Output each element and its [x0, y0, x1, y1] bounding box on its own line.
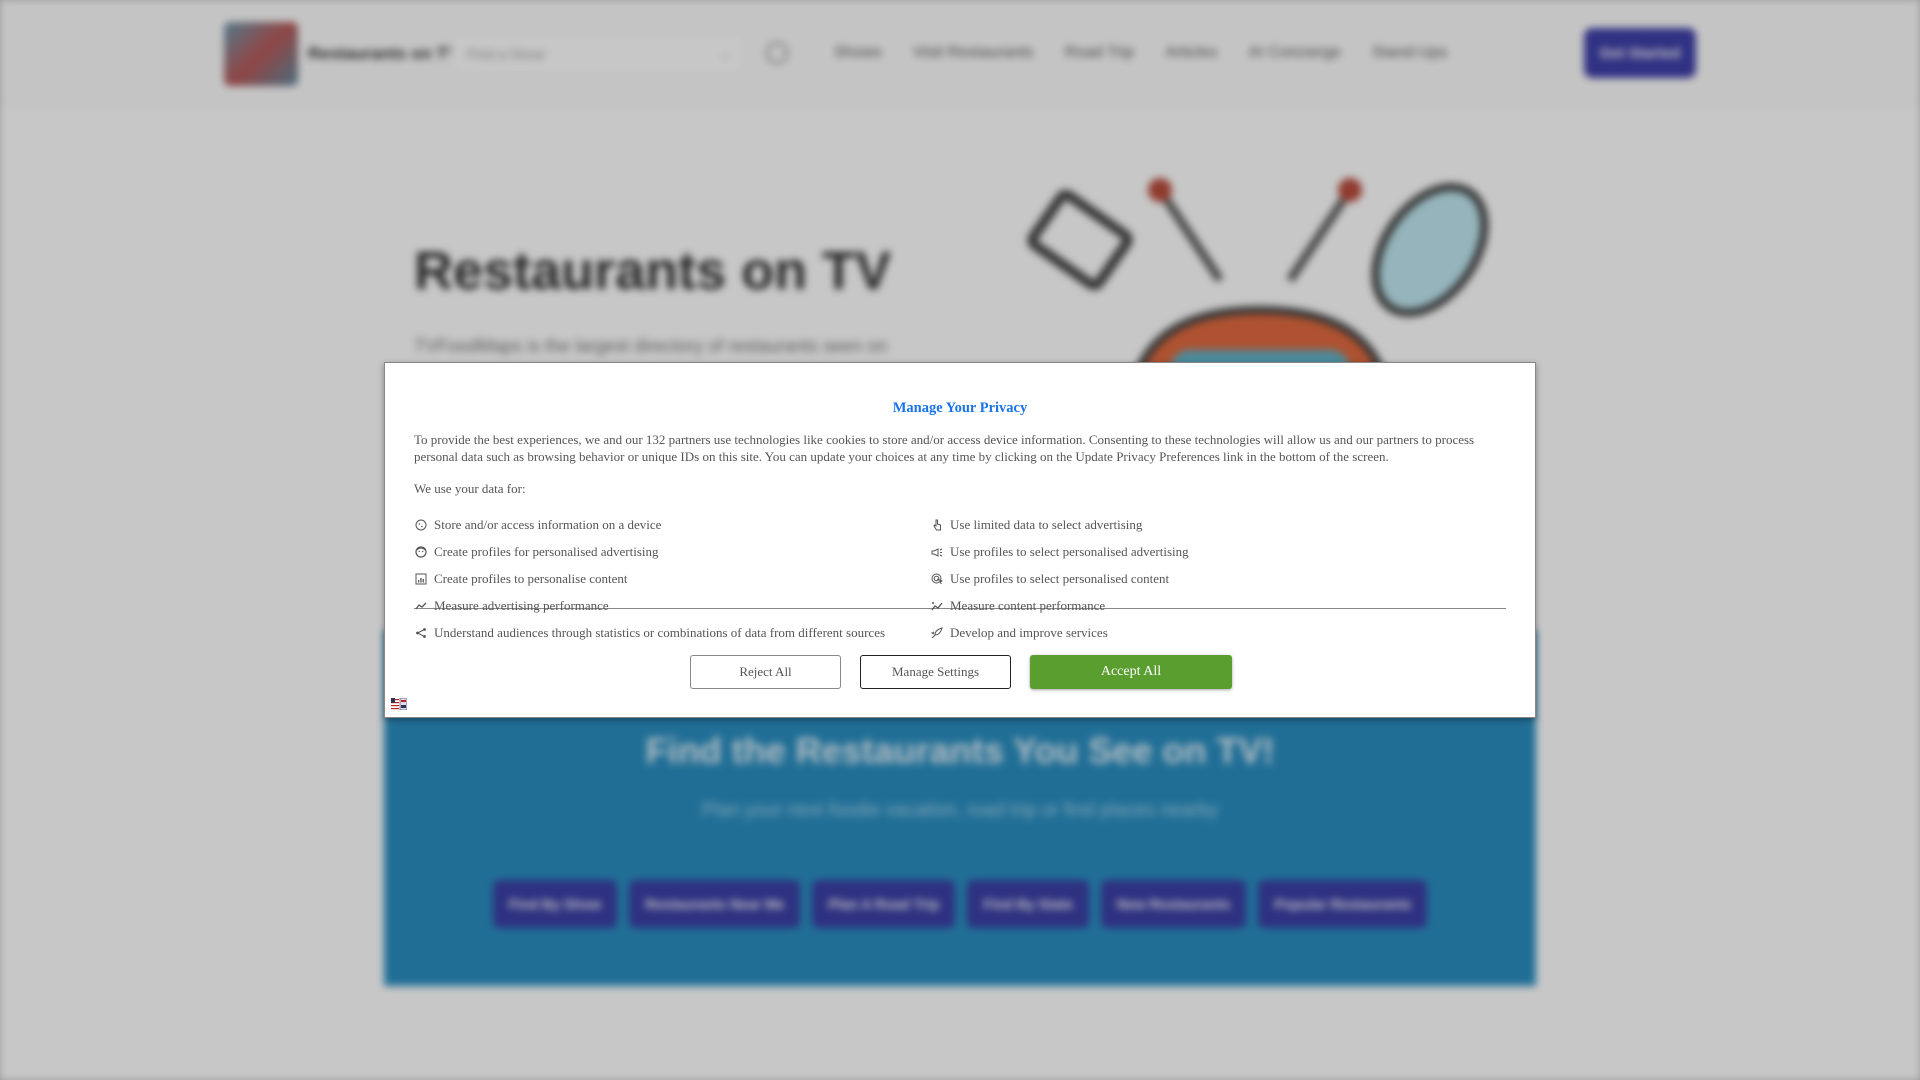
purposes-left-column: Store and/or access information on a dev…: [414, 511, 885, 646]
pointer-hand-icon: [930, 518, 944, 532]
purpose-item: Use limited data to select advertising: [930, 511, 1189, 538]
purpose-item: Use profiles to select personalised cont…: [930, 565, 1189, 592]
purpose-item: Measure advertising performance: [414, 592, 885, 619]
purpose-label: Store and/or access information on a dev…: [434, 516, 662, 532]
purpose-item: Create profiles to personalise content: [414, 565, 885, 592]
purpose-item: Use profiles to select personalised adve…: [930, 538, 1189, 565]
uses-label: We use your data for:: [414, 481, 526, 496]
sparkle-trend-icon: [930, 599, 944, 613]
purpose-label: Develop and improve services: [950, 624, 1108, 640]
rocket-icon: [930, 626, 944, 640]
purpose-label: Use profiles to select personalised adve…: [950, 543, 1189, 559]
purpose-label: Use limited data to select advertising: [950, 516, 1143, 532]
purpose-label: Measure advertising performance: [434, 597, 609, 613]
purpose-item: Create profiles for personalised adverti…: [414, 538, 885, 565]
purposes-right-column: Use limited data to select advertising U…: [930, 511, 1189, 646]
purposes-list: Store and/or access information on a dev…: [414, 511, 1506, 640]
profile-face-icon: [414, 545, 428, 559]
purpose-item: Measure content performance: [930, 592, 1189, 619]
purpose-label: Create profiles for personalised adverti…: [434, 543, 659, 559]
purpose-label: Use profiles to select personalised cont…: [950, 570, 1170, 586]
trend-line-icon: [414, 599, 428, 613]
us-flag-icon[interactable]: [391, 698, 407, 710]
purpose-label: Measure content performance: [950, 597, 1106, 613]
dialog-title: Manage Your Privacy: [892, 400, 1028, 416]
purpose-label: Understand audiences through statistics …: [434, 624, 886, 640]
purpose-item: Develop and improve services: [930, 619, 1189, 646]
megaphone-icon: [930, 545, 944, 559]
reject-all-button[interactable]: Reject All: [690, 655, 841, 689]
dialog-description: To provide the best experiences, we and …: [414, 432, 1475, 464]
chart-box-icon: [414, 572, 428, 586]
purpose-label: Create profiles to personalise content: [434, 570, 628, 586]
cookie-icon: [414, 518, 428, 532]
privacy-consent-dialog: Manage Your Privacy To provide the best …: [384, 362, 1536, 718]
accept-all-button[interactable]: Accept All: [1030, 655, 1232, 689]
target-cursor-icon: [930, 572, 944, 586]
purpose-item: Store and/or access information on a dev…: [414, 511, 885, 538]
manage-settings-button[interactable]: Manage Settings: [860, 655, 1011, 689]
share-icon: [414, 626, 428, 640]
purpose-item: Understand audiences through statistics …: [414, 619, 885, 646]
